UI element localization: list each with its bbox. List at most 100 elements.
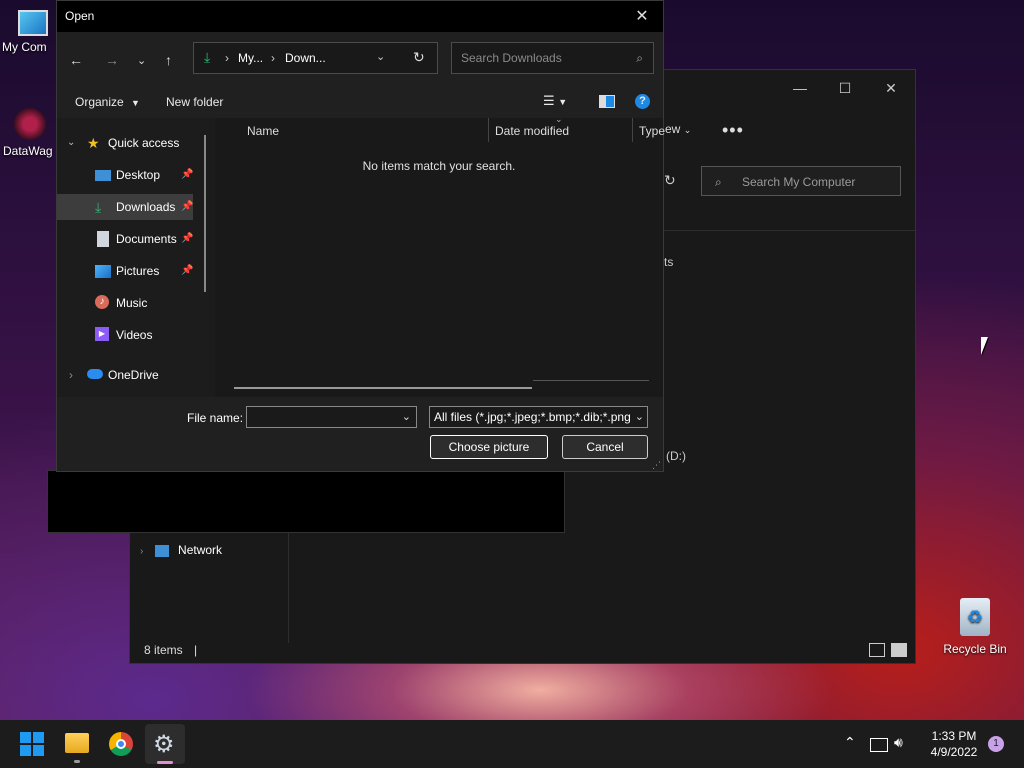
navigation-bar: ← → ⌄ ↑ ⤓ › My... › Down... ⌄ ↻ Search D… [57, 32, 663, 86]
dialog-footer: File name: ⌄ All files (*.jpg;*.jpeg;*.b… [57, 397, 663, 471]
sidebar-item-label: Music [116, 296, 148, 310]
sidebar-item-label: Desktop [116, 168, 161, 182]
explorer-search-input[interactable]: ⌕ Search My Computer [701, 166, 901, 196]
sidebar-item-desktop[interactable]: Desktop 📌 [57, 162, 193, 188]
search-input[interactable]: Search Downloads ⌕ [451, 42, 654, 74]
monitor-icon [18, 10, 48, 36]
sort-chevron-icon: ⌄ [555, 114, 563, 124]
taskbar: ⚙ ⌃ 🔊︎ 1:33 PM 4/9/2022 1 [0, 720, 1024, 768]
close-icon[interactable]: ✕ [876, 78, 906, 98]
dialog-titlebar: Open ✕ [57, 1, 663, 32]
desktop-icon-my-computer[interactable]: My Com [0, 10, 52, 54]
breadcrumb-item[interactable]: Down... [285, 51, 326, 65]
details-view-icon[interactable] [869, 643, 885, 657]
sidebar-item-label: Quick access [108, 136, 180, 150]
sidebar-item-documents[interactable]: Documents 📌 [57, 226, 193, 252]
view-partial-label: ew ⌄ [665, 122, 692, 136]
chevron-down-icon: ⌄ [67, 137, 76, 148]
search-icon: ⌕ [715, 175, 722, 189]
up-arrow-icon[interactable]: ↑ [165, 52, 172, 68]
sidebar-item-music[interactable]: ♪ Music [57, 290, 193, 316]
mouse-pointer-icon [981, 337, 988, 355]
minimize-icon[interactable]: — [785, 78, 815, 98]
column-divider [632, 118, 633, 142]
recycle-bin-icon: ♻ [960, 598, 990, 636]
file-explorer-taskbar-icon[interactable] [65, 733, 89, 753]
recent-locations-chevron-icon[interactable]: ⌄ [137, 54, 146, 67]
drive-label-partial: (D:) [666, 449, 686, 463]
sidebar-item-quick-access[interactable]: ⌄ ★ Quick access [57, 130, 193, 156]
sidebar-item-pictures[interactable]: Pictures 📌 [57, 258, 193, 284]
clock[interactable]: 1:33 PM 4/9/2022 [922, 728, 986, 760]
view-options-icon[interactable]: ☰ ▼ [543, 93, 567, 109]
sidebar-item-label: Pictures [116, 264, 160, 278]
refresh-icon[interactable]: ↻ [413, 49, 425, 66]
refresh-icon[interactable]: ↻ [664, 172, 676, 189]
maximize-icon[interactable]: ☐ [830, 78, 860, 98]
sidebar-item-label: Downloads [116, 200, 176, 214]
pin-icon: 📌 [181, 201, 194, 212]
status-bar: 8 items | [144, 643, 197, 657]
sidebar-item-network[interactable]: › Network [140, 540, 222, 560]
sidebar-item-label: OneDrive [108, 368, 159, 382]
choose-picture-button[interactable]: Choose picture [430, 435, 548, 459]
forward-arrow-icon[interactable]: → [105, 52, 119, 68]
cancel-button[interactable]: Cancel [562, 435, 648, 459]
desktop-icon-label: DataWag [3, 144, 53, 158]
navigation-pane: ⌄ ★ Quick access Desktop 📌 ⤓ Downloads 📌… [57, 118, 215, 397]
desktop-icon-datawag[interactable]: DataWag [0, 108, 53, 158]
tiles-view-icon[interactable] [891, 643, 907, 657]
more-options-icon[interactable]: ••• [722, 120, 744, 141]
chevron-right-icon: › [69, 368, 73, 382]
cursor-bar: | [194, 643, 198, 657]
settings-taskbar-button[interactable]: ⚙ [145, 724, 185, 764]
clock-date: 4/9/2022 [930, 745, 978, 759]
chrome-icon[interactable] [109, 732, 133, 756]
music-icon: ♪ [95, 295, 109, 309]
app-logo-icon [14, 108, 46, 140]
sidebar-item-videos[interactable]: ▶ Videos [57, 322, 193, 348]
chevron-down-icon: ⌄ [401, 411, 411, 423]
address-bar[interactable]: ⤓ › My... › Down... ⌄ ↻ [193, 42, 438, 74]
drag-ghost-panel [47, 470, 565, 533]
network-icon [154, 544, 169, 557]
resize-grip-icon[interactable]: ⋰ [652, 460, 661, 471]
column-header-name[interactable]: Name [247, 118, 279, 144]
new-folder-button[interactable]: New folder [166, 95, 223, 109]
document-icon [97, 231, 109, 247]
sidebar-item-downloads[interactable]: ⤓ Downloads 📌 [57, 194, 193, 220]
partial-text: ts [664, 255, 674, 269]
pin-icon: 📌 [181, 169, 194, 180]
start-windows-icon[interactable] [20, 732, 44, 756]
divider [533, 380, 649, 381]
back-arrow-icon[interactable]: ← [69, 52, 83, 68]
open-file-dialog: Open ✕ ← → ⌄ ↑ ⤓ › My... › Down... ⌄ ↻ S… [56, 0, 665, 472]
sidebar-item-onedrive[interactable]: › OneDrive [57, 362, 193, 388]
help-icon[interactable]: ? [635, 94, 650, 109]
column-divider [488, 118, 489, 142]
speaker-icon[interactable]: 🔊︎ [894, 734, 903, 751]
desktop-folder-icon [95, 170, 111, 181]
address-dropdown-icon[interactable]: ⌄ [376, 50, 385, 63]
file-name-input[interactable]: ⌄ [246, 406, 417, 428]
notification-badge[interactable]: 1 [988, 736, 1004, 752]
horizontal-scrollbar[interactable] [234, 387, 532, 389]
file-type-select[interactable]: All files (*.jpg;*.jpeg;*.bmp;*.dib;*.pn… [429, 406, 648, 428]
column-header-type[interactable]: Type [639, 118, 665, 144]
breadcrumb-item[interactable]: My... [238, 51, 263, 65]
organize-button[interactable]: Organize ▼ [75, 95, 140, 109]
chevron-up-icon[interactable]: ⌃ [844, 734, 856, 751]
breadcrumb-separator-icon: › [271, 51, 275, 65]
breadcrumb-separator-icon: › [225, 51, 229, 65]
file-list-pane: Name Date modified ⌄ Type No items match… [215, 114, 665, 397]
network-icon[interactable] [870, 738, 888, 752]
sidebar-scrollbar[interactable] [204, 135, 206, 292]
close-button[interactable]: ✕ [627, 1, 657, 32]
preview-pane-icon[interactable] [599, 95, 615, 108]
desktop-icon-label: My Com [2, 40, 47, 54]
pin-icon: 📌 [181, 265, 194, 276]
dialog-title: Open [65, 9, 95, 23]
pin-icon: 📌 [181, 233, 194, 244]
desktop-icon-recycle-bin[interactable]: ♻ Recycle Bin [940, 598, 1010, 656]
file-name-label: File name: [187, 411, 244, 425]
